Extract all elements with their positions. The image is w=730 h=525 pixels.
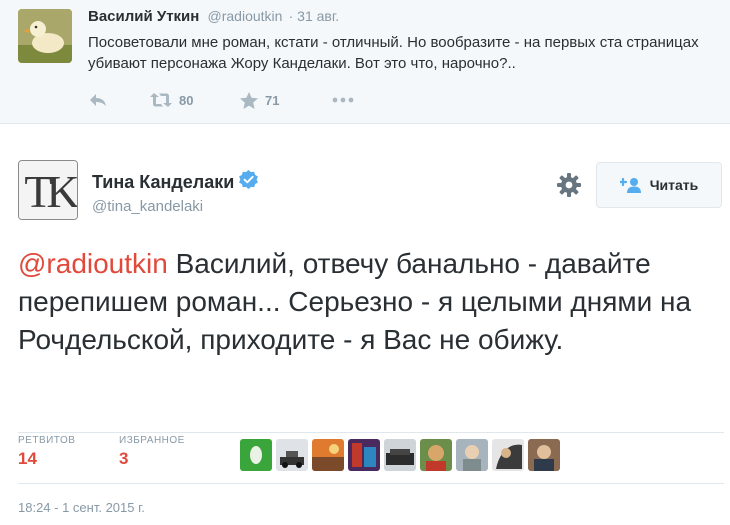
reply-author-avatar[interactable] (18, 9, 72, 63)
favorites-stat[interactable]: ИЗБРАННОЕ 3 (119, 433, 185, 469)
verified-badge-icon (239, 170, 259, 194)
gear-icon (557, 173, 581, 197)
star-icon (240, 91, 258, 109)
retweet-count: 80 (179, 92, 194, 108)
mention-link[interactable]: @radioutkin (18, 248, 168, 279)
reply-author-handle[interactable]: @radioutkin (208, 8, 283, 24)
follow-button[interactable]: Читать (596, 162, 722, 208)
favoriter-avatar[interactable] (240, 439, 272, 471)
reply-tweet: Василий Уткин @radioutkin · 31 авг. Посо… (0, 0, 730, 124)
favoriter-avatar[interactable] (492, 439, 524, 471)
main-tweet-text: @radioutkin Василий, отвечу банально - д… (18, 245, 724, 359)
tk-logo-text: TK (24, 166, 78, 217)
reply-action-bar: 80 71 (88, 90, 354, 110)
favoriter-avatar[interactable] (420, 439, 452, 471)
favoriter-avatar[interactable] (312, 439, 344, 471)
favoriter-avatar[interactable] (528, 439, 560, 471)
main-author-name-row: Тина Канделаки (92, 170, 259, 194)
favorites-count: 3 (119, 449, 129, 468)
favoriter-avatar[interactable] (348, 439, 380, 471)
retweet-button[interactable]: 80 (150, 92, 240, 108)
main-author-avatar[interactable]: TK (18, 160, 78, 220)
favoriters-avatar-list (240, 439, 560, 471)
favorite-button[interactable]: 71 (240, 91, 332, 109)
tk-logo-image: TK (19, 161, 78, 219)
favoriter-avatar[interactable] (276, 439, 308, 471)
add-user-icon (619, 177, 641, 193)
follow-button-label: Читать (649, 177, 699, 193)
favoriter-avatar[interactable] (456, 439, 488, 471)
tweet-timestamp[interactable]: 18:24 - 1 сент. 2015 г. (18, 500, 145, 515)
favorites-label: ИЗБРАННОЕ (119, 435, 185, 446)
retweet-icon (150, 93, 172, 107)
retweets-stat[interactable]: РЕТВИТОВ 14 (18, 433, 75, 469)
main-author-name[interactable]: Тина Канделаки (92, 172, 234, 193)
retweets-label: РЕТВИТОВ (18, 435, 76, 446)
reply-tweet-text: Посоветовали мне роман, кстати - отличны… (88, 34, 699, 72)
reply-icon (90, 94, 106, 106)
favoriter-avatar[interactable] (384, 439, 416, 471)
favorite-count: 71 (265, 92, 280, 108)
reply-date[interactable]: · 31 авг. (289, 8, 340, 24)
main-author-handle[interactable]: @tina_kandelaki (92, 198, 203, 215)
retweets-count: 14 (18, 449, 37, 468)
more-button[interactable] (332, 97, 354, 103)
reply-author-name[interactable]: Василий Уткин (88, 8, 199, 25)
reply-header: Василий Уткин @radioutkin · 31 авг. (88, 8, 339, 25)
user-actions-button[interactable] (556, 172, 582, 198)
more-dots-icon (332, 97, 354, 103)
reply-button[interactable] (88, 92, 150, 108)
tweet-stats: РЕТВИТОВ 14 ИЗБРАННОЕ 3 (18, 432, 724, 484)
